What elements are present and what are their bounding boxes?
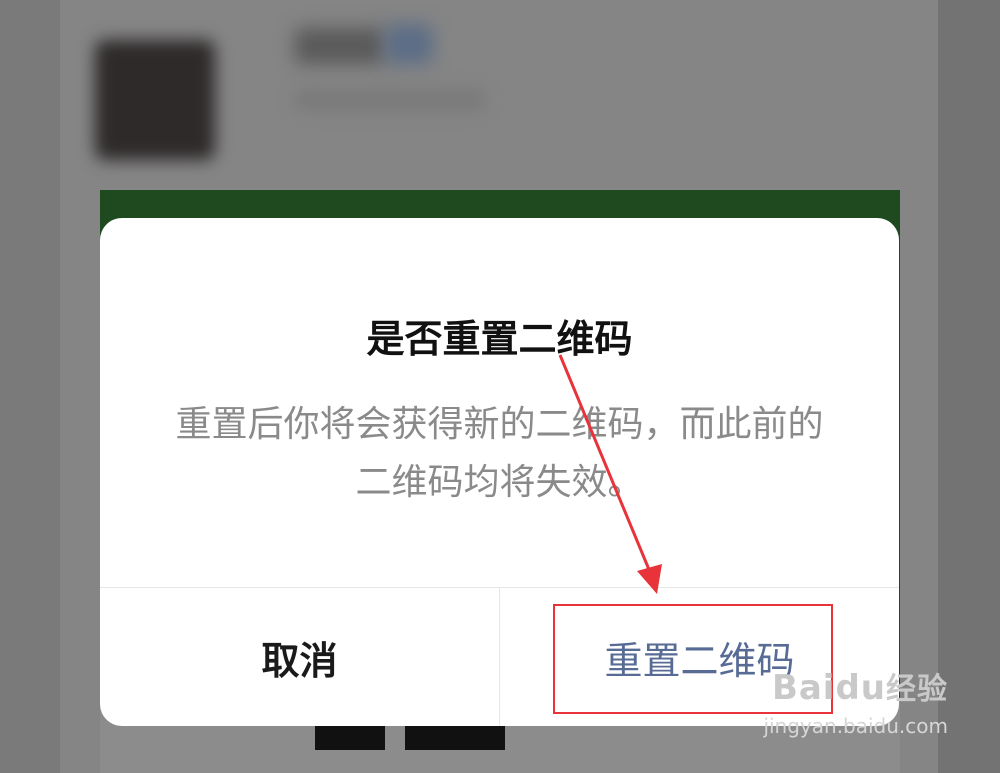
cancel-button[interactable]: 取消: [100, 588, 499, 726]
profile-subtitle-blurred: [295, 90, 485, 110]
profile-avatar: [95, 40, 215, 160]
dialog-message: 重置后你将会获得新的二维码，而此前的二维码均将失效。: [175, 404, 824, 503]
watermark-logo: Baidu经验: [771, 668, 948, 708]
dialog-title: 是否重置二维码: [366, 317, 633, 361]
baidu-jingyan-watermark: Baidu经验 jingyan.baidu.com: [758, 664, 948, 764]
watermark-url: jingyan.baidu.com: [763, 714, 948, 738]
background-edge: [938, 0, 1000, 773]
profile-name-blurred: [295, 28, 385, 64]
profile-badge-blurred: [385, 24, 433, 64]
